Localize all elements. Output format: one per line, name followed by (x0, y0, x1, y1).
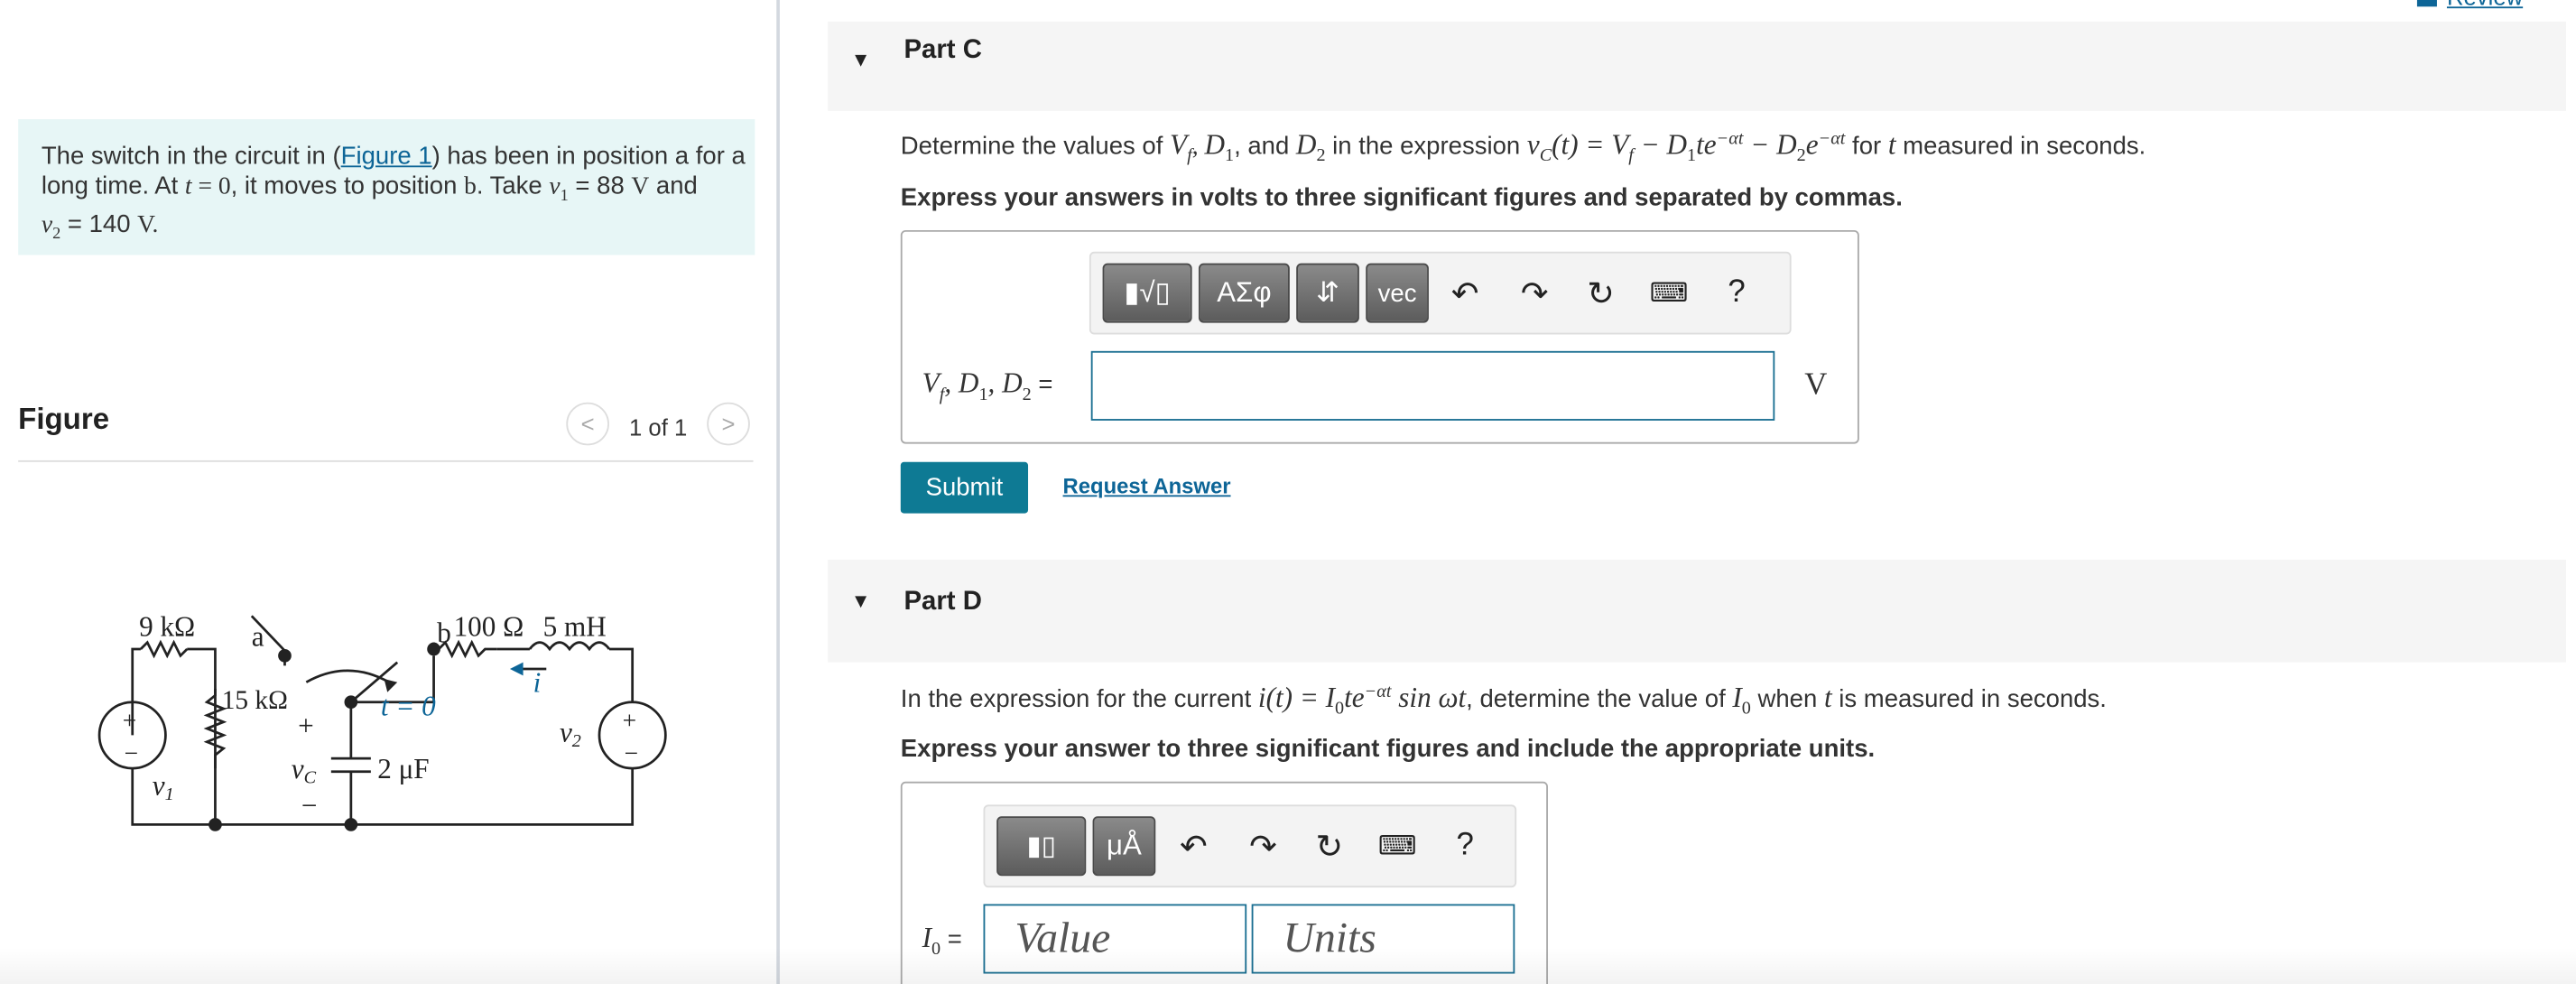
resistor-9k (139, 639, 189, 659)
part-d-toolbar: ▮▯ μÅ ↶ ↷ ↻ ⌨ ? (983, 804, 1517, 888)
redo-icon[interactable]: ↷ (1512, 270, 1558, 316)
keyboard-icon[interactable]: ⌨ (1374, 823, 1420, 869)
redo-icon[interactable]: ↷ (1240, 823, 1286, 869)
label-r3: 100 Ω (454, 610, 524, 642)
submit-button[interactable]: Submit (900, 461, 1029, 514)
part-d-input-label: I0 = (922, 922, 962, 960)
part-c-input-label: Vf, D1, D2 = (922, 367, 1053, 405)
undo-icon[interactable]: ↶ (1171, 823, 1217, 869)
figure-counter: 1 of 1 (628, 413, 688, 441)
figure-link[interactable]: Figure 1 (341, 143, 432, 171)
reset-icon[interactable]: ↻ (1306, 823, 1352, 869)
figure-title: Figure (18, 402, 110, 436)
vec-button[interactable]: vec (1366, 263, 1429, 323)
value-input[interactable]: Value (983, 904, 1247, 974)
label-v2-minus: − (624, 739, 638, 767)
templates-button[interactable]: ▮▯ (996, 816, 1087, 877)
review-link[interactable]: Review (2416, 0, 2523, 10)
label-i: i (533, 667, 542, 699)
label-a: a (252, 620, 264, 652)
label-minus-c: − (301, 789, 318, 821)
circuit-diagram: 9 kΩ a b 100 Ω 5 mH 15 kΩ + t = 0 i vC 2… (97, 610, 667, 831)
label-v2-plus: + (623, 706, 637, 734)
panel-divider (776, 0, 780, 984)
collapse-triangle-icon: ▼ (850, 589, 871, 613)
part-d-question: In the expression for the current i(t) =… (900, 682, 2107, 719)
collapse-triangle-icon: ▼ (850, 48, 871, 71)
undo-icon[interactable]: ↶ (1442, 270, 1488, 316)
problem-line-2: long time. At t = 0, it moves to positio… (41, 171, 698, 205)
request-answer-link[interactable]: Request Answer (1063, 474, 1231, 499)
part-c-answer-input[interactable] (1090, 350, 1775, 421)
part-d-instruction: Express your answer to three significant… (900, 735, 1876, 764)
part-c-title: Part C (903, 36, 982, 65)
label-vc: vC (292, 753, 317, 788)
part-d-header[interactable]: ▼ Part D (828, 559, 2567, 663)
label-plus-c: + (298, 710, 314, 741)
templates-button[interactable]: ▮√▯ (1102, 263, 1192, 323)
label-r1: 9 kΩ (139, 610, 195, 642)
arrows-button[interactable]: ⇵ (1296, 263, 1359, 323)
label-cap: 2 μF (377, 753, 429, 784)
help-button[interactable]: ? (1713, 270, 1759, 316)
problem-line-1: The switch in the circuit in (Figure 1) … (41, 142, 746, 171)
label-l: 5 mH (543, 610, 607, 642)
greek-button[interactable]: ΑΣφ (1198, 263, 1290, 323)
units-input[interactable]: Units (1251, 904, 1515, 974)
label-b: b (437, 617, 451, 649)
reset-icon[interactable]: ↻ (1578, 270, 1624, 316)
part-c-unit: V (1804, 367, 1828, 403)
part-d-title: Part D (903, 588, 982, 617)
review-icon (2416, 0, 2437, 7)
figure-prev-button[interactable]: < (566, 402, 609, 446)
label-t0: t = 0 (381, 690, 436, 721)
part-c-instruction: Express your answers in volts to three s… (900, 183, 1903, 212)
help-button[interactable]: ? (1442, 823, 1488, 869)
chevron-left-icon: < (580, 410, 595, 438)
problem-line-3: v2 = 140 V. (41, 209, 159, 244)
units-button[interactable]: μÅ (1092, 816, 1156, 877)
part-c-header[interactable]: ▼ Part C (828, 21, 2567, 111)
templates-icon: ▮√▯ (1124, 276, 1171, 309)
problem-statement: The switch in the circuit in (Figure 1) … (18, 119, 755, 255)
chevron-right-icon: > (721, 410, 736, 438)
part-c-question: Determine the values of Vf, D1, and D2 i… (900, 129, 2146, 166)
figure-divider (18, 460, 754, 462)
label-v1: v1 (153, 769, 174, 804)
label-v1-minus: − (125, 739, 139, 767)
keyboard-icon[interactable]: ⌨ (1645, 270, 1691, 316)
label-r2: 15 kΩ (222, 686, 288, 715)
figure-next-button[interactable]: > (707, 402, 750, 446)
templates-icon: ▮▯ (1026, 832, 1056, 861)
part-c-toolbar: ▮√▯ ΑΣφ ⇵ vec ↶ ↷ ↻ ⌨ ? (1089, 251, 1792, 335)
label-v1-plus: + (123, 706, 137, 734)
label-v2: v2 (560, 717, 581, 752)
